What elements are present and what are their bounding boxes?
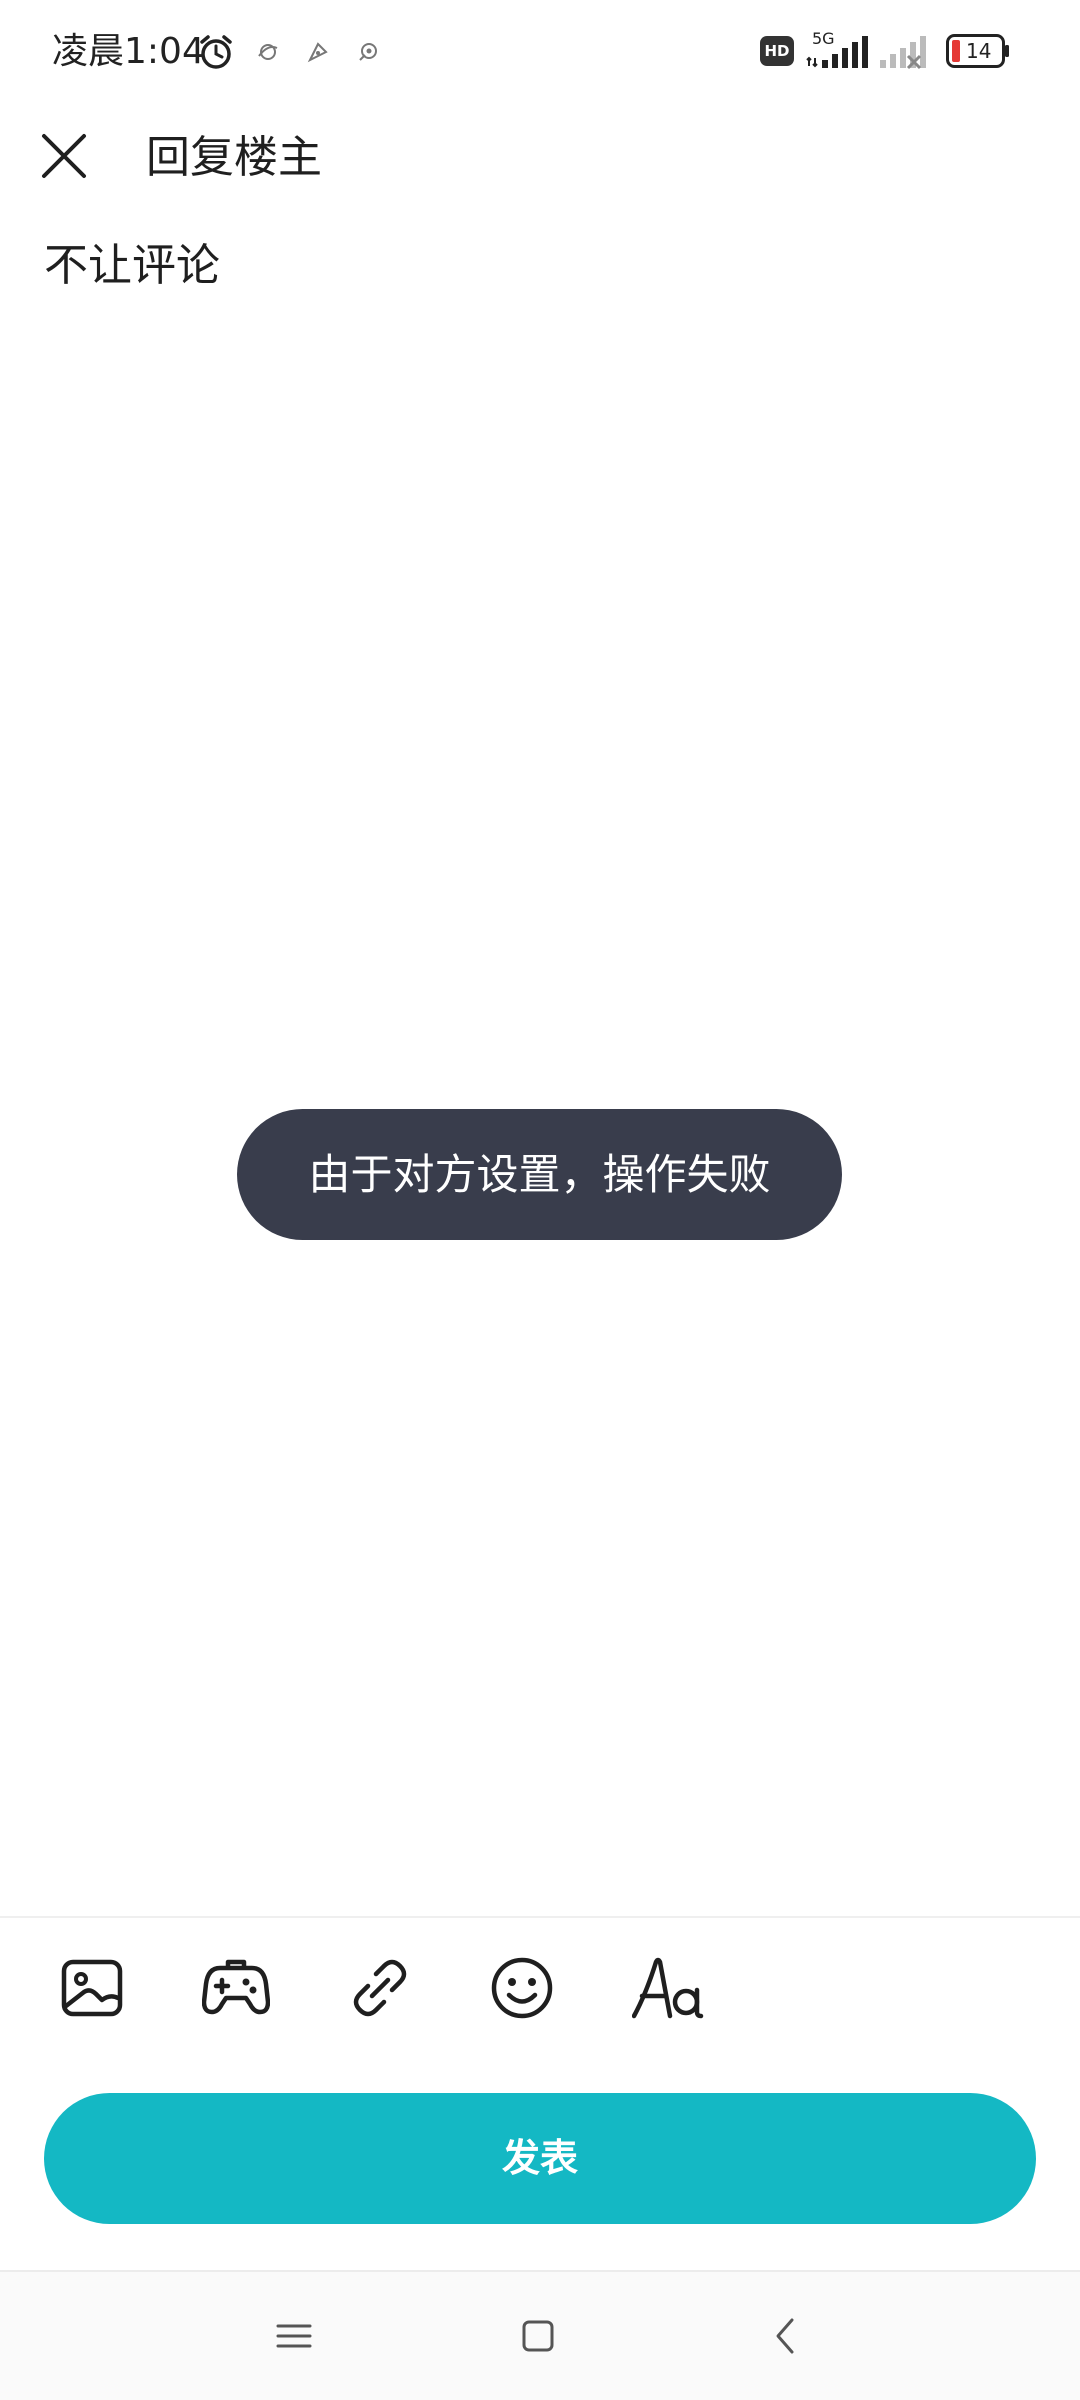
- back-icon[interactable]: [762, 2312, 810, 2360]
- signal-no-service-icon: [880, 36, 926, 70]
- font-icon[interactable]: [632, 1954, 704, 2022]
- publish-button[interactable]: 发表: [44, 2093, 1036, 2224]
- alarm-icon: [200, 35, 232, 69]
- reply-text-input[interactable]: 不让评论: [44, 238, 1034, 294]
- signal-icon: [806, 36, 868, 68]
- gamepad-icon[interactable]: [202, 1954, 270, 2022]
- image-icon[interactable]: [58, 1954, 126, 2022]
- close-icon[interactable]: [36, 128, 92, 184]
- menu-icon[interactable]: [270, 2312, 318, 2360]
- toast-message: 由于对方设置，操作失败: [237, 1109, 842, 1240]
- page-title: 回复楼主: [146, 132, 322, 183]
- link-icon[interactable]: [346, 1954, 414, 2022]
- emoji-icon[interactable]: [488, 1954, 556, 2022]
- battery-level: 14: [966, 39, 992, 63]
- notification-icon: [359, 43, 377, 61]
- status-time: 凌晨1:04: [52, 31, 205, 72]
- notification-icon: [258, 44, 278, 60]
- home-icon[interactable]: [514, 2312, 562, 2360]
- status-bar: 凌晨1:04 HD 5G 14: [0, 0, 1080, 104]
- hd-badge: HD: [760, 36, 794, 66]
- toolbar-divider: [0, 1916, 1080, 1918]
- notification-icon: [307, 42, 328, 63]
